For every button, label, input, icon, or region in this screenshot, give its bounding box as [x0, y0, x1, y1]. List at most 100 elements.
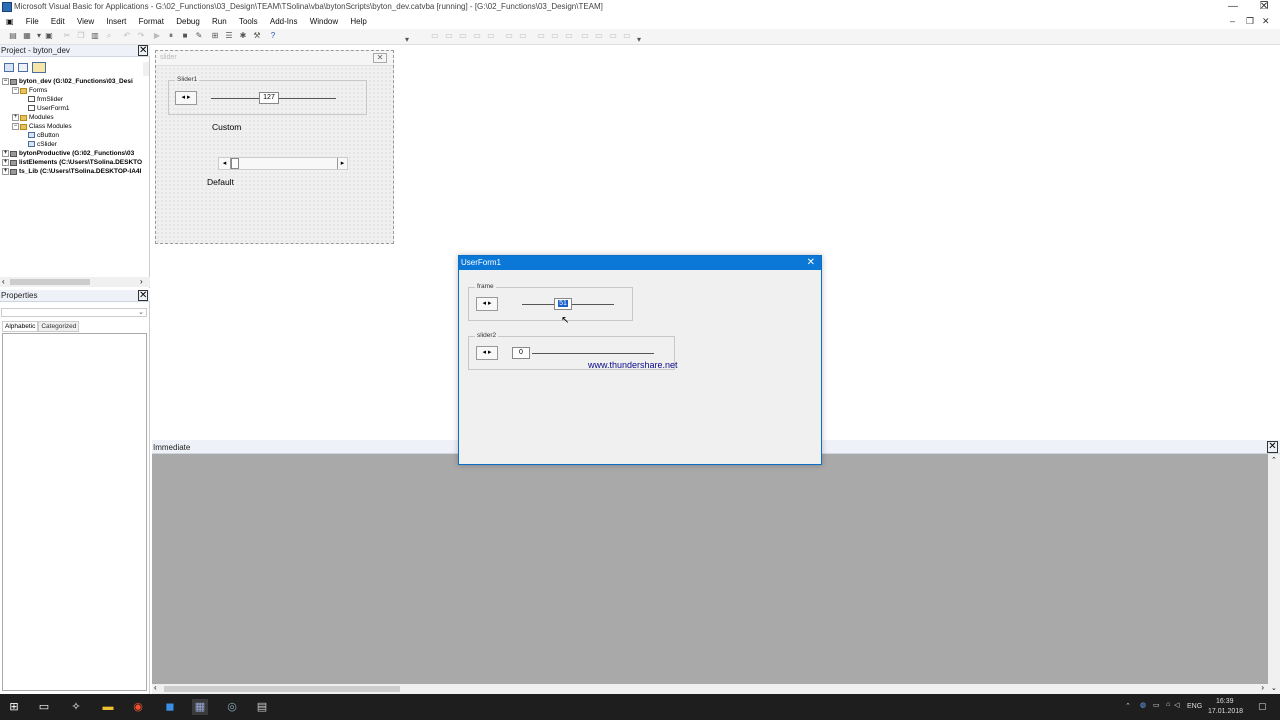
project-hscroll[interactable]: ‹ › — [0, 277, 150, 287]
undo-icon[interactable]: ↶ — [122, 31, 132, 41]
scroll-right-arrow-icon[interactable]: ▸ — [337, 158, 347, 169]
slider2-spin-button[interactable]: ◂ ▸ — [476, 346, 498, 360]
slider1-value-box[interactable]: 127 — [259, 92, 279, 104]
uncomment-icon[interactable]: ▭ — [594, 31, 604, 41]
scroll-right-icon[interactable]: › — [140, 277, 143, 286]
menu-run[interactable]: Run — [207, 15, 232, 28]
frame-frame[interactable]: frame ◂ ▸ 51 — [468, 283, 633, 321]
tree-item[interactable]: + bytonProductive (G:\02_Functions\03 — [2, 150, 134, 159]
designer-close-icon[interactable]: ✕ — [373, 53, 387, 63]
toolbar2-overflow-icon[interactable]: ▾ — [634, 35, 644, 45]
tray-chevron-icon[interactable]: ⌃ — [1125, 702, 1131, 710]
view-code-icon[interactable] — [4, 63, 14, 72]
tray-language[interactable]: ENG — [1187, 703, 1202, 710]
menu-app-icon[interactable]: ▣ — [0, 15, 19, 28]
project-explorer-close-button[interactable]: ✕ — [138, 45, 148, 56]
properties-close-button[interactable]: ✕ — [138, 290, 148, 301]
outdent-icon[interactable]: ▭ — [550, 31, 560, 41]
menu-view[interactable]: View — [72, 15, 99, 28]
align-icon[interactable]: ▭ — [430, 31, 440, 41]
slider2-value-box[interactable]: 0 — [512, 347, 530, 359]
dropdown-arrow-icon[interactable]: ▾ — [34, 31, 44, 41]
menu-edit[interactable]: Edit — [46, 15, 70, 28]
slider1-frame[interactable]: Slider1 ◂ ▸ 127 — [168, 76, 367, 115]
tab-categorized[interactable]: Categorized — [38, 321, 80, 332]
comment-icon[interactable]: ▭ — [580, 31, 590, 41]
properties-window-icon[interactable]: ☰ — [224, 31, 234, 41]
toggle-folders-icon[interactable] — [32, 62, 46, 73]
tree-item[interactable]: UserForm1 — [28, 105, 70, 114]
form-designer-slider[interactable]: slider ✕ Slider1 ◂ ▸ 127 Custom ◂ ▸ Defa… — [155, 50, 394, 244]
break-icon[interactable]: ⏸ — [166, 31, 176, 41]
project-hscroll-thumb[interactable] — [10, 279, 90, 285]
collapse-icon[interactable]: − — [12, 123, 19, 130]
immediate-window[interactable]: Immediate ✕ ⌃ ⌄ ‹ › — [152, 440, 1280, 694]
default-scrollbar[interactable]: ◂ ▸ — [218, 157, 348, 170]
immediate-close-button[interactable]: ✕ — [1267, 441, 1278, 453]
collapse-icon[interactable]: − — [12, 87, 19, 94]
bookmark-icon[interactable]: ▭ — [564, 31, 574, 41]
scroll-left-icon[interactable]: ‹ — [2, 277, 5, 286]
menu-window[interactable]: Window — [305, 15, 343, 28]
scroll-up-icon[interactable]: ⌃ — [1271, 456, 1277, 464]
child-close-button[interactable]: ✕ — [1262, 16, 1270, 27]
child-restore-button[interactable]: ❐ — [1246, 16, 1254, 27]
copy-icon[interactable]: ❐ — [76, 31, 86, 41]
tree-item[interactable]: − Class Modules — [12, 123, 72, 132]
tray-network-app-icon[interactable]: ◍ — [1140, 701, 1146, 709]
expand-icon[interactable]: + — [2, 150, 9, 157]
close-window-button[interactable]: ✕ — [1249, 1, 1279, 14]
tree-item[interactable]: cSlider — [28, 141, 57, 150]
run-icon[interactable]: ▶ — [152, 31, 162, 41]
notification-icon[interactable]: ▢ — [1258, 701, 1267, 712]
slider2-track[interactable] — [532, 353, 654, 354]
redo-icon[interactable]: ↷ — [136, 31, 146, 41]
tray-clock-time[interactable]: 16:39 — [1216, 698, 1234, 705]
userform1-close-icon[interactable]: ✕ — [807, 257, 815, 268]
tray-battery-icon[interactable]: ▭ — [1153, 701, 1160, 709]
bring-front-icon[interactable]: ▭ — [504, 31, 514, 41]
toggle-bookmark-icon[interactable]: ▭ — [608, 31, 618, 41]
chrome-icon[interactable]: ◉ — [130, 699, 146, 715]
object-dropdown[interactable]: ⌄ — [1, 308, 147, 317]
next-bookmark-icon[interactable]: ▭ — [622, 31, 632, 41]
view-excel-icon[interactable]: ▤ — [8, 31, 18, 41]
reset-icon[interactable]: ■ — [180, 31, 190, 41]
find-icon[interactable]: ⌕ — [104, 31, 114, 41]
paste-icon[interactable]: ▥ — [90, 31, 100, 41]
toolbox-icon[interactable]: ⚒ — [252, 31, 262, 41]
tree-item[interactable]: − byton_dev (G:\02_Functions\03_Desi — [2, 78, 133, 87]
tray-volume-icon[interactable]: ◁ — [1174, 701, 1179, 709]
menu-format[interactable]: Format — [134, 15, 169, 28]
toolbar-overflow-icon[interactable]: ▾ — [402, 35, 412, 45]
frame-value-box[interactable]: 51 — [554, 298, 572, 310]
windows-start-icon[interactable]: ⊞ — [6, 699, 22, 715]
tree-item[interactable]: − Forms — [12, 87, 47, 96]
tree-item[interactable]: + Modules — [12, 114, 54, 123]
ungroup-icon[interactable]: ▭ — [486, 31, 496, 41]
menu-insert[interactable]: Insert — [101, 15, 131, 28]
scroll-down-icon[interactable]: ⌄ — [1271, 684, 1277, 692]
task-view-icon[interactable]: ▭ — [36, 699, 52, 715]
app-window-icon[interactable]: ◎ — [224, 699, 240, 715]
default-scrollbar-thumb[interactable] — [231, 158, 239, 169]
immediate-vscroll[interactable]: ⌃ ⌄ — [1268, 454, 1280, 694]
vba-editor-icon[interactable]: ▦ — [192, 699, 208, 715]
tray-clock-date[interactable]: 17.01.2018 — [1208, 708, 1243, 715]
userform-window-icon[interactable]: ▤ — [254, 699, 270, 715]
tree-item[interactable]: cButton — [28, 132, 59, 141]
child-minimize-button[interactable]: – — [1230, 16, 1235, 26]
project-explorer-icon[interactable]: ⊞ — [210, 31, 220, 41]
object-browser-icon[interactable]: ✱ — [238, 31, 248, 41]
help-icon[interactable]: ? — [268, 31, 278, 41]
menu-help[interactable]: Help — [345, 15, 371, 28]
send-back-icon[interactable]: ▭ — [518, 31, 528, 41]
tree-item[interactable]: frmSlider — [28, 96, 63, 105]
insert-userform-icon[interactable]: ▦ — [22, 31, 32, 41]
project-vscroll[interactable] — [143, 62, 149, 76]
menu-file[interactable]: File — [21, 15, 44, 28]
expand-icon[interactable]: + — [2, 168, 9, 175]
same-size-icon[interactable]: ▭ — [458, 31, 468, 41]
properties-grid[interactable] — [2, 333, 147, 691]
file-explorer-icon[interactable]: ▬ — [100, 699, 116, 715]
